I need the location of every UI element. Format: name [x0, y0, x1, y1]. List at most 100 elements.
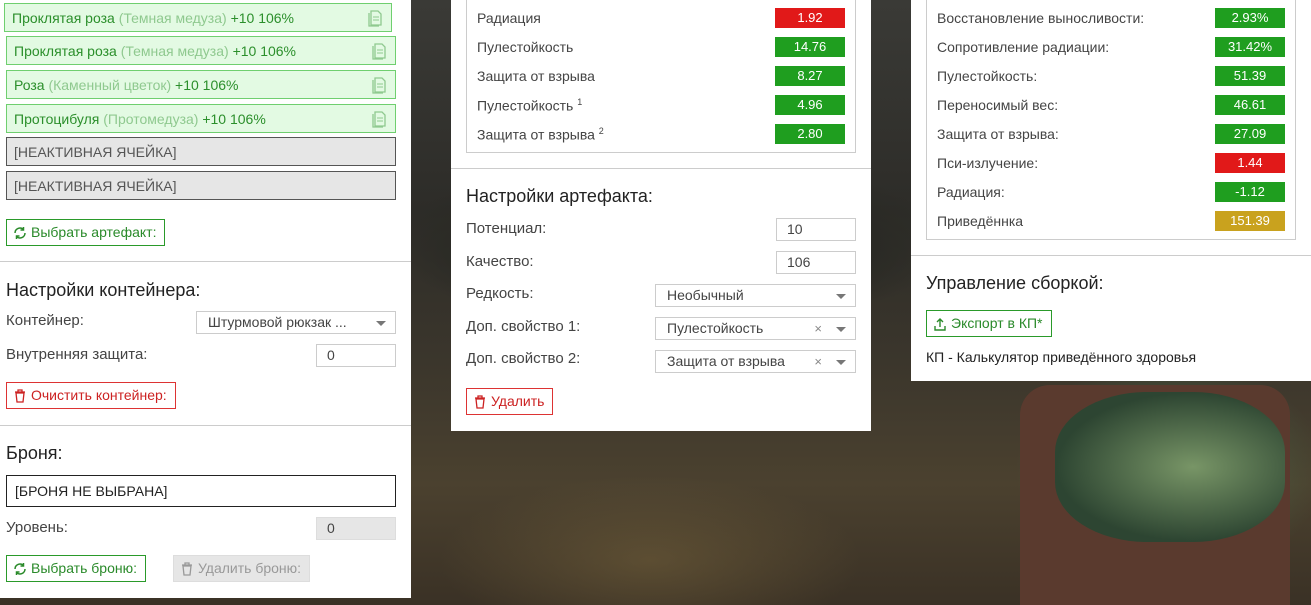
stat-value-badge: 2.93% [1215, 8, 1285, 28]
stat-value-badge: 151.39 [1215, 211, 1285, 231]
export-button[interactable]: Экспорт в КП* [926, 310, 1052, 337]
delete-artifact-button[interactable]: Удалить [466, 388, 554, 415]
chevron-down-icon [836, 360, 846, 365]
stat-label: Пулестойкость [477, 39, 574, 55]
prop2-select-value: Защита от взрыва [667, 353, 785, 369]
stat-label: Пси-излучение: [937, 155, 1039, 171]
stat-label: Защита от взрыва: [937, 126, 1059, 142]
prop1-label: Доп. свойство 1: [466, 318, 581, 335]
artifact-subname: (Протомедуза) [103, 111, 199, 127]
divider [451, 168, 871, 169]
rarity-select-value: Необычный [667, 287, 744, 303]
artifact-cell[interactable]: Роза (Каменный цветок) +10 106% [6, 70, 396, 99]
inactive-cell[interactable]: [НЕАКТИВНАЯ ЯЧЕЙКА] [6, 137, 396, 166]
chevron-down-icon [376, 321, 386, 326]
divider [0, 425, 411, 426]
copy-icon[interactable] [367, 8, 383, 28]
stat-row: Сопротивление радиации: 31.42% [927, 33, 1295, 62]
background-radar-screen [1055, 392, 1285, 542]
stat-value-badge: -1.12 [1215, 182, 1285, 202]
clear-icon[interactable]: × [814, 318, 822, 339]
select-armor-button[interactable]: Выбрать броню: [6, 555, 146, 582]
delete-artifact-label: Удалить [491, 393, 545, 409]
chevron-down-icon [836, 294, 846, 299]
stat-row: Восстановление выносливости: 2.93% [927, 4, 1295, 33]
refresh-icon [14, 227, 26, 239]
stat-row: Пулестойкость 1 4.96 [467, 91, 855, 120]
copy-icon[interactable] [371, 75, 387, 95]
rarity-select[interactable]: Необычный [655, 284, 856, 307]
container-select[interactable]: Штурмовой рюкзак ... [196, 311, 396, 334]
stat-row: Пулестойкость: 51.39 [927, 62, 1295, 91]
stat-label: Защита от взрыва [477, 68, 595, 84]
artifact-name: Проклятая роза [14, 43, 117, 59]
select-artifact-label: Выбрать артефакт: [31, 224, 157, 240]
artifact-name: Роза [14, 77, 45, 93]
inner-protection-label: Внутренняя защита: [6, 346, 148, 363]
stat-value-badge: 1.92 [775, 8, 845, 28]
artifact-stats-box: Радиация 1.92 Пулестойкость 14.76 Защита от … [466, 0, 856, 153]
delete-armor-button[interactable]: Удалить броню: [173, 555, 311, 582]
stat-label: Радиация [477, 10, 541, 26]
stat-label: Пулестойкость 1 [477, 97, 583, 114]
artifact-bonus: +10 106% [232, 43, 297, 59]
stat-row: Пулестойкость 14.76 [467, 33, 855, 62]
prop1-select-value: Пулестойкость [667, 320, 764, 336]
build-note: КП - Калькулятор приведённого здоровья [926, 349, 1197, 365]
artifact-bonus: +10 106% [202, 111, 266, 127]
select-armor-label: Выбрать броню: [31, 560, 137, 576]
container-label: Контейнер: [6, 312, 84, 329]
stat-label: Приведённка [937, 213, 1024, 229]
trash-icon [15, 389, 25, 403]
stat-label: Пулестойкость: [937, 68, 1038, 84]
prop2-label: Доп. свойство 2: [466, 350, 581, 367]
copy-icon[interactable] [371, 109, 387, 129]
stat-footnote: 2 [598, 126, 604, 136]
artifact-cell[interactable]: Протоцибуля (Протомедуза) +10 106% [6, 104, 396, 133]
stat-label: Радиация: [937, 184, 1005, 200]
build-panel: Восстановление выносливости: 2.93% Сопроти… [911, 0, 1311, 381]
stat-value-badge: 46.61 [1215, 95, 1285, 115]
artifact-settings-heading: Настройки артефакта: [466, 186, 653, 206]
clear-icon[interactable]: × [814, 351, 822, 372]
stat-label: Защита от взрыва 2 [477, 126, 604, 143]
artifact-bonus: +10 106% [230, 10, 295, 26]
stat-footnote: 1 [577, 97, 583, 107]
stat-row: Защита от взрыва 8.27 [467, 62, 855, 91]
stat-row: Защита от взрыва 2 2.80 [467, 120, 855, 149]
artifact-cell[interactable]: Проклятая роза (Темная медуза) +10 106% [6, 36, 396, 65]
stat-row: Приведённка 151.39 [927, 207, 1295, 236]
chevron-down-icon [836, 327, 846, 332]
prop2-select[interactable]: Защита от взрыва × [655, 350, 856, 373]
trash-icon [475, 395, 485, 409]
artifact-subname: (Темная медуза) [120, 43, 229, 59]
quality-label: Качество: [466, 253, 534, 270]
inactive-cell[interactable]: [НЕАКТИВНАЯ ЯЧЕЙКА] [6, 171, 396, 200]
clear-container-button[interactable]: Очистить контейнер: [6, 382, 176, 409]
potential-input[interactable]: 10 [776, 218, 856, 241]
select-artifact-button[interactable]: Выбрать артефакт: [6, 219, 166, 246]
armor-field[interactable]: [БРОНЯ НЕ ВЫБРАНА] [6, 475, 396, 507]
stat-value-badge: 27.09 [1215, 124, 1285, 144]
stat-value-badge: 51.39 [1215, 66, 1285, 86]
stat-value-badge: 8.27 [775, 66, 845, 86]
delete-armor-label: Удалить броню: [198, 560, 302, 576]
divider [911, 255, 1311, 256]
prop1-select[interactable]: Пулестойкость × [655, 317, 856, 340]
stat-row: Защита от взрыва: 27.09 [927, 120, 1295, 149]
copy-icon[interactable] [371, 41, 387, 61]
stat-value-badge: 31.42% [1215, 37, 1285, 57]
stat-value-badge: 1.44 [1215, 153, 1285, 173]
upload-icon [934, 318, 946, 331]
stat-value-badge: 2.80 [775, 124, 845, 144]
rarity-label: Редкость: [466, 285, 534, 302]
quality-input[interactable]: 106 [776, 251, 856, 274]
inner-protection-input[interactable]: 0 [316, 344, 396, 367]
clear-container-label: Очистить контейнер: [31, 387, 167, 403]
level-label: Уровень: [6, 519, 68, 536]
level-input[interactable]: 0 [316, 517, 396, 540]
refresh-icon [14, 563, 26, 575]
artifact-bonus: +10 106% [175, 77, 239, 93]
export-label: Экспорт в КП* [951, 315, 1043, 331]
artifact-cell[interactable]: Проклятая роза (Темная медуза) +10 106% [4, 3, 392, 32]
